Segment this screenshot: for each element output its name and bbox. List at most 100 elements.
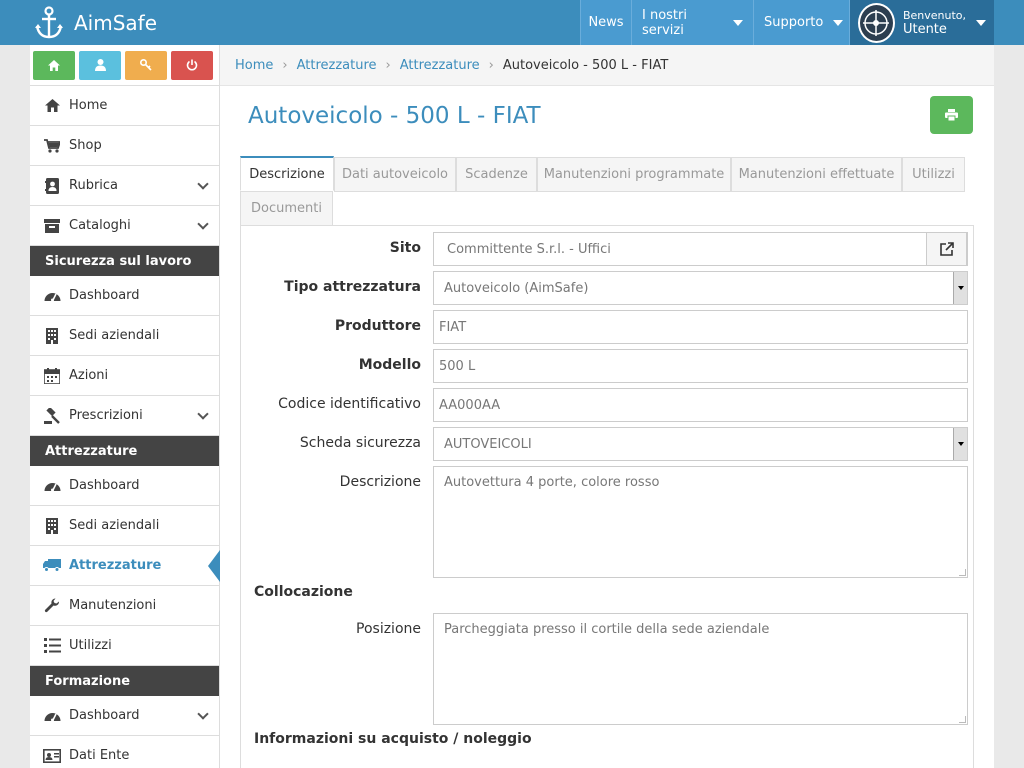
posizione-value: Parcheggiata presso il cortile della sed… [444,622,770,637]
sidebar-item-shop[interactable]: Shop [30,126,219,166]
print-button[interactable] [930,96,973,134]
scheda-sicurezza-value: AUTOVEICOLI [444,436,532,452]
caret-down-icon [733,19,743,26]
tab-scadenze[interactable]: Scadenze [456,157,537,192]
power-icon [186,59,198,71]
nav-news[interactable]: News [580,0,631,45]
sidebar-item-dati-ente[interactable]: Dati Ente [30,736,219,768]
chevron-right-icon: › [282,57,288,73]
tab-utilizzi[interactable]: Utilizzi [902,157,965,192]
sidebar-item-sicurezza-sedi[interactable]: Sedi aziendali [30,316,219,356]
sidebar: Home Shop Rubrica Cataloghi Sicurezza su… [30,45,220,768]
sidebar-item-sicurezza-azioni[interactable]: Azioni [30,356,219,396]
sidebar-item-label: Attrezzature [69,558,162,573]
quick-logout-button[interactable] [171,50,213,80]
sidebar-item-rubrica[interactable]: Rubrica [30,166,219,206]
sidebar-section-sicurezza: Sicurezza sul lavoro [30,246,219,276]
sidebar-item-attrezzature[interactable]: Attrezzature [30,546,220,586]
nav-services-label: I nostri servizi [642,7,687,38]
tab-manutenzioni-effettuate[interactable]: Manutenzioni effettuate [731,157,902,192]
sidebar-item-label: Prescrizioni [69,408,143,423]
acquisto-heading: Informazioni su acquisto / noleggio [254,731,532,747]
brand-name: AimSafe [74,10,158,35]
descrizione-value: Autovettura 4 porte, colore rosso [444,475,660,490]
tipo-attrezzatura-select[interactable]: Autoveicolo (AimSafe) [433,271,968,305]
sidebar-item-label: Azioni [69,368,109,383]
quick-actions [30,45,219,86]
gavel-icon [42,407,62,425]
sidebar-item-label: Sedi aziendali [69,328,160,343]
sidebar-item-sicurezza-dashboard[interactable]: Dashboard [30,276,219,316]
sidebar-item-home[interactable]: Home [30,86,219,126]
sidebar-item-sicurezza-prescrizioni[interactable]: Prescrizioni [30,396,219,436]
chevron-down-icon [197,178,209,190]
breadcrumb: Home › Attrezzature › Attrezzature › Aut… [220,45,994,86]
codice-identificativo-input[interactable]: AA000AA [433,388,968,422]
nav-support-dropdown[interactable]: Supporto [753,0,849,45]
tab-manutenzioni-programmate[interactable]: Manutenzioni programmate [537,157,731,192]
sidebar-item-label: Utilizzi [69,638,112,653]
produttore-label: Produttore [334,318,421,334]
sidebar-item-utilizzi[interactable]: Utilizzi [30,626,219,666]
sidebar-item-cataloghi[interactable]: Cataloghi [30,206,219,246]
quick-user-button[interactable] [79,50,121,80]
tab-dati-autoveicolo[interactable]: Dati autoveicolo [334,157,456,192]
breadcrumb-attrezzature-section[interactable]: Attrezzature [297,58,377,73]
dashboard-icon [42,707,62,725]
calendar-icon [42,367,62,385]
select-arrow-icon [953,272,967,304]
sidebar-item-formazione-dashboard[interactable]: Dashboard [30,696,219,736]
sito-field[interactable]: Committente S.r.l. - Uffici [433,232,968,266]
chevron-right-icon: › [488,57,494,73]
list-icon [42,637,62,655]
modello-value: 500 L [439,358,476,374]
caret-down-icon [833,19,844,26]
tab-label: Utilizzi [912,167,955,182]
descrizione-textarea[interactable]: Autovettura 4 porte, colore rosso [433,466,968,578]
caret-down-icon [976,19,986,26]
sidebar-item-manutenzioni[interactable]: Manutenzioni [30,586,219,626]
posizione-label: Posizione [356,621,421,637]
user-menu[interactable]: Benvenuto, Utente [849,0,994,45]
collocazione-heading: Collocazione [254,584,353,600]
codice-identificativo-value: AA000AA [439,397,501,413]
home-icon [42,97,62,115]
scheda-sicurezza-select[interactable]: AUTOVEICOLI [433,427,968,461]
quick-key-button[interactable] [125,50,167,80]
nav-support-label: Supporto [764,15,824,30]
sidebar-item-attrezzature-sedi[interactable]: Sedi aziendali [30,506,219,546]
chevron-down-icon [197,408,209,420]
tab-documenti[interactable]: Documenti [240,191,333,226]
select-arrow-icon [953,428,967,460]
nav-services-dropdown[interactable]: I nostri servizi [631,0,753,45]
main-content: Home › Attrezzature › Attrezzature › Aut… [220,45,994,768]
sidebar-item-label: Dati Ente [69,748,130,763]
open-sito-button[interactable] [926,232,967,266]
id-card-icon [42,747,62,765]
posizione-textarea[interactable]: Parcheggiata presso il cortile della sed… [433,613,968,725]
tab-label: Manutenzioni programmate [543,167,725,182]
building-icon [42,327,62,345]
key-icon [140,59,152,71]
tab-descrizione[interactable]: Descrizione [240,156,334,191]
welcome-text: Benvenuto, [902,8,966,22]
breadcrumb-home[interactable]: Home [235,58,273,73]
tab-label: Dati autoveicolo [341,167,449,182]
cart-icon [42,137,62,155]
sidebar-item-attrezzature-dashboard[interactable]: Dashboard [30,466,219,506]
produttore-input[interactable]: FIAT [433,310,968,344]
scheda-sicurezza-label: Scheda sicurezza [299,435,421,451]
sidebar-item-label: Manutenzioni [69,598,157,613]
tab-label: Documenti [251,201,322,216]
page-title: Autoveicolo - 500 L - FIAT [248,103,541,129]
tab-label: Descrizione [249,166,325,182]
quick-home-button[interactable] [33,50,75,80]
sidebar-item-label: Cataloghi [69,218,131,233]
breadcrumb-attrezzature-list[interactable]: Attrezzature [400,58,480,73]
archive-icon [42,217,62,235]
tab-label: Scadenze [465,167,528,182]
brand[interactable]: AimSafe [32,0,157,45]
modello-input[interactable]: 500 L [433,349,968,383]
avatar [858,2,895,43]
sidebar-section-attrezzature: Attrezzature [30,436,219,466]
